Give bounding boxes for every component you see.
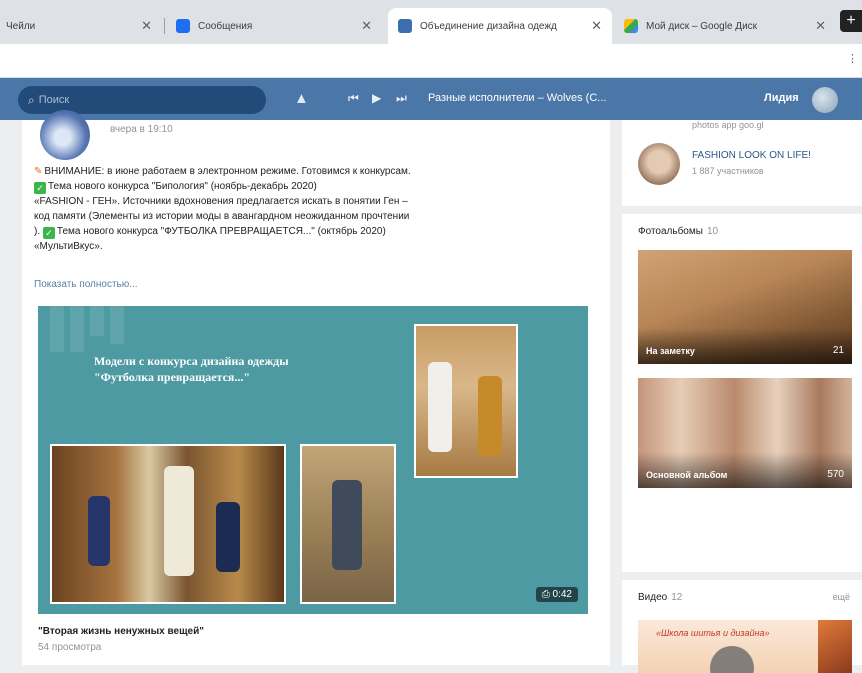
post-date[interactable]: вчера в 19:10 bbox=[110, 124, 173, 135]
post-text: ✎ ВНИМАНИЕ: в июне работаем в электронном… bbox=[34, 164, 602, 254]
play-icon[interactable]: ▶ bbox=[372, 91, 381, 105]
post-line: код памяти (Элементы из истории моды в а… bbox=[34, 211, 410, 222]
video-thumb-text: «Школа шитья и дизайна» bbox=[656, 628, 770, 638]
video-views: 54 просмотра bbox=[38, 642, 102, 653]
group-avatar[interactable] bbox=[638, 143, 680, 185]
album-name: Основной альбом bbox=[646, 470, 728, 480]
browser-tab-bar: Чейли ✕ Сообщения ✕ Объединение дизайна … bbox=[0, 0, 862, 44]
group-members: 1 887 участников bbox=[692, 166, 764, 176]
player-track-title[interactable]: Разные исполнители – Wolves (C... bbox=[428, 92, 648, 104]
play-circle-icon[interactable] bbox=[710, 646, 754, 673]
browser-tab[interactable]: Сообщения ✕ bbox=[166, 8, 382, 44]
group-name[interactable]: FASHION LOOK ON LIFE! bbox=[692, 150, 811, 161]
checkmark-icon: ✓ bbox=[34, 182, 46, 194]
video-duration: ⎙ 0:42 bbox=[535, 587, 578, 602]
tab-title: Сообщения bbox=[198, 20, 253, 32]
next-track-icon[interactable]: ⏭ bbox=[396, 91, 407, 106]
close-icon[interactable]: ✕ bbox=[591, 18, 602, 34]
right-sidebar: photos app goo.gl FASHION LOOK ON LIFE! … bbox=[622, 120, 862, 673]
search-placeholder: Поиск bbox=[38, 94, 70, 106]
video-overlay-title: Модели с конкурса дизайна одежды "Футбол… bbox=[94, 354, 289, 384]
videos-all-link[interactable]: ещё bbox=[833, 592, 850, 602]
video-photo bbox=[414, 324, 518, 478]
video-title[interactable]: "Вторая жизнь ненужных вещей" bbox=[38, 626, 204, 637]
search-icon: ⌕ bbox=[28, 92, 35, 107]
user-name[interactable]: Лидия bbox=[764, 92, 799, 104]
browser-tab-active[interactable]: Объединение дизайна одежд ✕ bbox=[388, 8, 612, 44]
previous-track-icon[interactable]: ⏮ bbox=[348, 91, 359, 106]
post-line: ✓ Тема нового конкурса "Бипология" (ноябр… bbox=[34, 179, 602, 194]
video-thumbnail[interactable]: «Школа шитья и дизайна» bbox=[638, 620, 852, 673]
decor-stripe bbox=[110, 306, 124, 344]
checkmark-icon: ✓ bbox=[42, 227, 55, 239]
albums-card: Фотоальбомы 10 На заметку 21 Основной аль… bbox=[622, 214, 862, 572]
post-line: «FASHION - ГЕН». Источники вдохновения п… bbox=[34, 196, 408, 207]
video-photo bbox=[50, 444, 286, 604]
albums-header[interactable]: Фотоальбомы 10 bbox=[638, 226, 718, 237]
address-bar-area: ⋮ bbox=[0, 44, 862, 78]
videos-card: Видео 12 ещё «Школа шитья и дизайна» bbox=[622, 572, 862, 673]
tab-title: Чейли bbox=[6, 20, 36, 32]
site-header: ⌕ Поиск ▲ ⏮ ▶ ⏭ Разные исполнители – Wol… bbox=[0, 78, 862, 120]
close-icon[interactable]: ✕ bbox=[815, 18, 826, 34]
decor-band bbox=[818, 620, 852, 673]
bell-icon[interactable]: ▲ bbox=[294, 90, 309, 107]
browser-tab[interactable]: Мой диск – Google Диск ✕ bbox=[614, 8, 836, 44]
album-thumbnail[interactable]: Основной альбом 570 bbox=[638, 378, 852, 488]
show-more-link[interactable]: Показать полностью... bbox=[34, 279, 138, 290]
video-photo bbox=[300, 444, 396, 604]
search-input[interactable]: ⌕ Поиск bbox=[18, 86, 266, 114]
groups-card: photos app goo.gl FASHION LOOK ON LIFE! … bbox=[622, 120, 862, 206]
google-drive-favicon-icon bbox=[624, 19, 638, 33]
decor-stripe bbox=[90, 306, 104, 336]
album-name: На заметку bbox=[646, 346, 695, 356]
decor-stripe bbox=[50, 306, 64, 352]
pencil-icon: ✎ bbox=[34, 166, 43, 177]
vk-favicon-icon bbox=[398, 19, 412, 33]
post-line: ). ✓ Тема нового конкурса "ФУТБОЛКА ПРЕВР… bbox=[34, 226, 386, 239]
new-tab-button[interactable]: + bbox=[840, 10, 862, 32]
post-line: ✎ ВНИМАНИЕ: в июне работаем в электронном… bbox=[34, 166, 411, 177]
videos-header[interactable]: Видео 12 bbox=[638, 592, 682, 603]
post-author-avatar[interactable] bbox=[40, 110, 90, 160]
wall-post: вчера в 19:10 ✎ ВНИМАНИЕ: в июне работаем… bbox=[22, 110, 610, 665]
tab-title: Мой диск – Google Диск bbox=[646, 20, 758, 32]
post-line: «МультиВкус». bbox=[34, 241, 103, 252]
album-thumbnail[interactable]: На заметку 21 bbox=[638, 250, 852, 364]
browser-menu-icon[interactable]: ⋮ bbox=[847, 52, 858, 65]
tab-title: Объединение дизайна одежд bbox=[420, 20, 557, 32]
messages-favicon-icon bbox=[176, 19, 190, 33]
user-avatar[interactable] bbox=[812, 87, 838, 113]
video-player[interactable]: Модели с конкурса дизайна одежды "Футбол… bbox=[38, 306, 588, 614]
album-count: 21 bbox=[832, 345, 844, 356]
close-icon[interactable]: ✕ bbox=[361, 18, 372, 34]
tab-separator bbox=[164, 18, 165, 34]
decor-stripe bbox=[70, 306, 84, 352]
album-count: 570 bbox=[827, 469, 844, 480]
group-subtitle: photos app goo.gl bbox=[692, 120, 764, 130]
close-icon[interactable]: ✕ bbox=[141, 18, 152, 34]
browser-tab[interactable]: Чейли ✕ bbox=[0, 8, 162, 44]
